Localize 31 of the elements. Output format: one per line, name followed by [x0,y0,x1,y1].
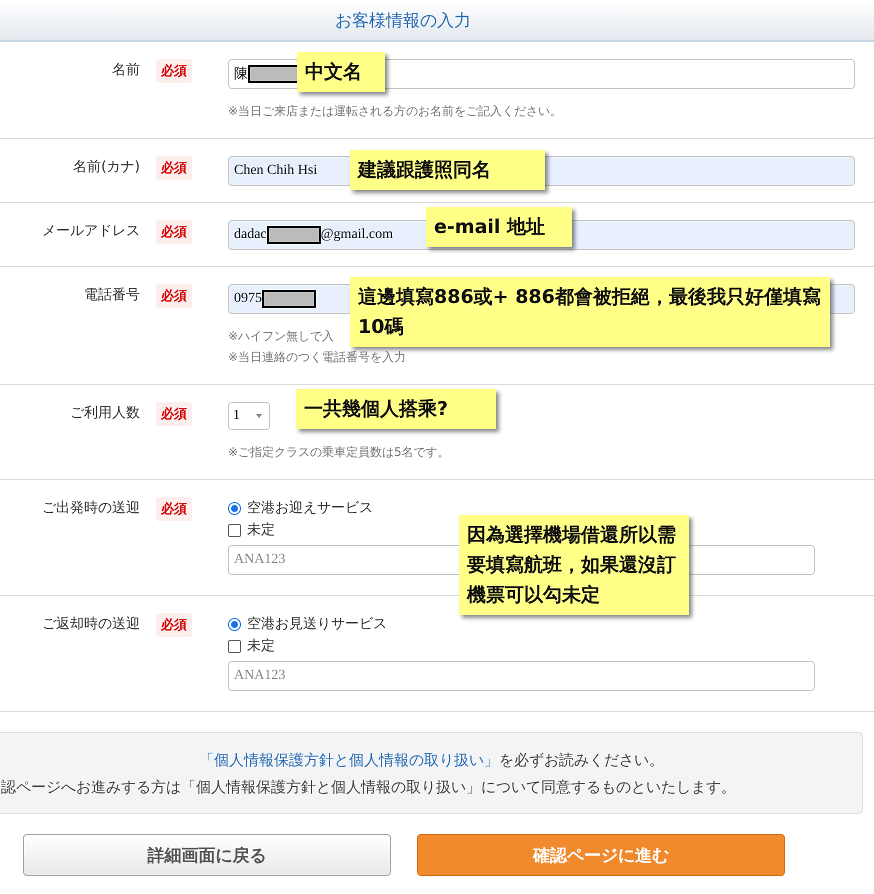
radio-label: 空港お見送りサービス [247,615,387,633]
notice-text: 認ページへお進みする方は「個人情報保護方針と個人情報の取り扱い」について同意するものといたします。 [0,777,737,798]
note-tooltip: e-mail 地址 [426,207,572,247]
field-label: 名前(カナ) [72,158,140,177]
required-tag: 必須 [156,156,192,180]
hint-text: ※当日ご来店または運転される方のお名前をご記入ください。 [228,103,562,120]
hint-text: ※ご指定クラスの乗車定員数は5名です。 [228,444,450,461]
field-label: ご利用人数 [69,404,140,423]
note-tooltip: 這邊填寫886或+ 886都會被拒絕，最後我只好僅填寫10碼 [350,277,830,347]
checkbox-label: 未定 [247,637,275,655]
required-tag: 必須 [156,402,192,426]
required-tag: 必須 [156,497,192,521]
note-tooltip: 一共幾個人搭乘? [296,389,496,429]
required-tag: 必須 [156,59,192,83]
hint-text: ※ハイフン無しで入 [228,328,334,345]
note-tooltip: 中文名 [297,52,385,92]
field-label: ご返却時の送迎 [41,615,140,634]
page-title: お客様情報の入力 [335,10,471,32]
field-label: 電話番号 [83,286,140,305]
note-tooltip: 因為選擇機場借還所以需要填寫航班，如果還沒訂機票可以勾未定 [459,515,689,615]
required-tag: 必須 [156,220,192,244]
required-tag: 必須 [156,613,192,637]
field-label: ご出発時の送迎 [41,499,140,518]
field-label: メールアドレス [41,222,140,241]
required-tag: 必須 [156,284,192,308]
notice-text: 「個人情報保護方針と個人情報の取り扱い」を必ずお読みください。 [198,750,665,771]
field-label: 名前 [111,61,140,80]
radio-label: 空港お迎えサービス [247,499,373,517]
checkbox-label: 未定 [247,521,275,539]
note-tooltip: 建議跟護照同名 [350,150,545,190]
hint-text: ※当日連絡のつく電話番号を入力 [228,349,406,366]
